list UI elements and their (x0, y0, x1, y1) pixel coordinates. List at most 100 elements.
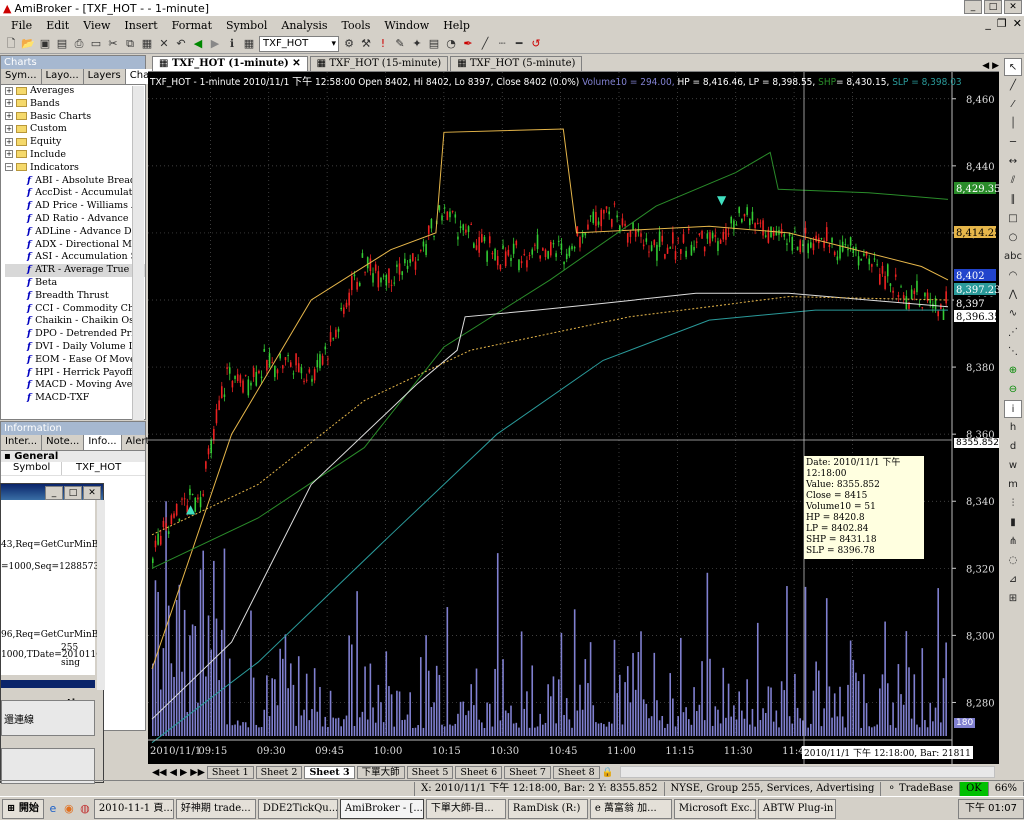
wand-icon[interactable]: ✦ (410, 37, 424, 51)
zoom-in-icon[interactable]: ⊕ (1004, 362, 1022, 380)
back-icon[interactable]: ◀ (191, 37, 205, 51)
forward-icon[interactable]: ▶ (208, 37, 222, 51)
task-button[interactable]: 2010-11-1 頁... (93, 798, 174, 819)
tree-indicator[interactable]: f ADX - Directional Mo (5, 239, 145, 252)
menu-tools[interactable]: Tools (335, 19, 378, 32)
task-button[interactable]: 好神期 trade... (175, 798, 256, 819)
report-icon[interactable]: ▤ (427, 37, 441, 51)
candle-style-icon[interactable]: ▮ (1004, 514, 1022, 532)
tab-layouts[interactable]: Layo... (42, 69, 84, 84)
tree-indicator[interactable]: f ATR - Average True (5, 264, 145, 277)
undo-icon[interactable]: ↶ (174, 37, 188, 51)
tree-indicator[interactable]: f Chaikin - Chaikin Os (5, 315, 145, 328)
menu-window[interactable]: Window (377, 19, 436, 32)
firefox-icon[interactable]: ◉ (62, 802, 76, 816)
tab-interpretation[interactable]: Inter... (1, 435, 43, 450)
tree-folder[interactable]: + Bands (5, 98, 145, 111)
expand-icon[interactable]: + (5, 150, 13, 159)
grid-icon[interactable]: ⊞ (1004, 590, 1022, 608)
menu-insert[interactable]: Insert (117, 19, 164, 32)
zoom-out-icon[interactable]: ⊖ (1004, 381, 1022, 399)
chrome-icon[interactable]: ◍ (78, 802, 92, 816)
settings-icon[interactable]: ⚙ (342, 37, 356, 51)
rectangle-icon[interactable]: □ (1004, 210, 1022, 228)
extended-line-icon[interactable]: ↔ (1004, 153, 1022, 171)
mdi-close-button[interactable]: ✕ (1013, 17, 1022, 30)
charts-scrollbar[interactable] (132, 86, 144, 420)
tool-m-icon[interactable]: m (1004, 476, 1022, 494)
cycle-icon[interactable]: ◌ (1004, 552, 1022, 570)
fan-icon[interactable]: ⋔ (1004, 533, 1022, 551)
tree-indicator[interactable]: f CCI - Commodity Ch (5, 303, 145, 316)
tree-indicator[interactable]: f MACD-TXF (5, 392, 145, 405)
float-maximize-button[interactable]: □ (64, 486, 82, 500)
copy-icon[interactable]: ⧉ (123, 37, 137, 51)
tree-folder[interactable]: + Averages (5, 85, 145, 98)
fib-icon[interactable]: ⋱ (1004, 343, 1022, 361)
ellipse-icon[interactable]: ○ (1004, 229, 1022, 247)
menu-file[interactable]: File (4, 19, 39, 32)
tab-15-minute[interactable]: ▦ TXF_HOT (15-minute) (309, 56, 449, 71)
open-icon[interactable]: 📂 (21, 37, 35, 51)
tree-indicator[interactable]: f AccDist - Accumulatio (5, 187, 145, 200)
tree-indicator[interactable]: f MACD - Moving Ave (5, 379, 145, 392)
tree-indicator[interactable]: f EOM - Ease Of Move (5, 354, 145, 367)
tab-layers[interactable]: Layers (84, 69, 126, 84)
task-button[interactable]: ABTW Plug-in (757, 798, 836, 819)
tree-folder[interactable]: + Custom (5, 123, 145, 136)
price-chart[interactable]: 8,2808,3008,3208,3408,3608,3808,4008,420… (148, 72, 999, 764)
sheet-tab[interactable]: Sheet 1 (206, 765, 254, 779)
float-minimize-button[interactable]: _ (45, 486, 63, 500)
sheet-tab[interactable]: Sheet 5 (406, 765, 454, 779)
task-button[interactable]: 下單大師-目... (425, 798, 506, 819)
tree-indicator[interactable]: f Breadth Thrust (5, 290, 145, 303)
sheet-tab[interactable]: Sheet 8 (552, 765, 600, 779)
calendar-icon[interactable]: ▦ (242, 37, 256, 51)
sheet-tab[interactable]: Sheet 6 (455, 765, 503, 779)
dotted-line-icon[interactable]: ┈ (495, 37, 509, 51)
print-icon[interactable]: ⎙ (72, 37, 86, 51)
horizontal-scrollbar[interactable] (619, 766, 995, 778)
close-button[interactable]: ✕ (1004, 0, 1022, 14)
preview-icon[interactable]: ▭ (89, 37, 103, 51)
menu-symbol[interactable]: Symbol (219, 19, 274, 32)
connect-button[interactable]: 還連線 (1, 700, 95, 736)
menu-help[interactable]: Help (436, 19, 477, 32)
tree-indicator[interactable]: f HPI - Herrick Payoff (5, 367, 145, 380)
tree-indicator[interactable]: f AD Price - Williams A (5, 200, 145, 213)
parallel-icon[interactable]: ∥ (1004, 191, 1022, 209)
delete-icon[interactable]: ✕ (157, 37, 171, 51)
task-button[interactable]: RamDisk (R:) (507, 798, 588, 819)
hook-icon[interactable]: ↺ (529, 37, 543, 51)
ray-icon[interactable]: ⁄ (1004, 96, 1022, 114)
sheet-tab[interactable]: Sheet 2 (255, 765, 303, 779)
tree-indicator[interactable]: f AD Ratio - Advance I (5, 213, 145, 226)
sheet-tab-active[interactable]: Sheet 3 (304, 765, 355, 779)
float-window-titlebar[interactable]: _ □ ✕ (1, 484, 103, 500)
text-icon[interactable]: abc (1004, 248, 1022, 266)
tree-indicator[interactable]: f DVI - Daily Volume I (5, 341, 145, 354)
arc-icon[interactable]: ◠ (1004, 267, 1022, 285)
bar-style-icon[interactable]: ⫶ (1004, 495, 1022, 513)
info-icon[interactable]: ℹ (225, 37, 239, 51)
float-blank-button[interactable] (1, 748, 95, 784)
alert-icon[interactable]: ! (376, 37, 390, 51)
minimize-button[interactable]: _ (964, 0, 982, 14)
expand-icon[interactable]: + (5, 112, 13, 121)
tree-folder[interactable]: + Include (5, 149, 145, 162)
expand-icon[interactable]: − (5, 163, 13, 172)
maximize-button[interactable]: □ (984, 0, 1002, 14)
vertical-line-icon[interactable]: │ (1004, 115, 1022, 133)
symbol-combo[interactable]: TXF_HOT (259, 35, 339, 52)
formula-icon[interactable]: ✎ (393, 37, 407, 51)
trendline-icon[interactable]: ╱ (1004, 77, 1022, 95)
color-pen-icon[interactable]: ✒ (461, 37, 475, 51)
tree-indicator[interactable]: f ASI - Accumulation S (5, 251, 145, 264)
tab-notes[interactable]: Note... (42, 435, 85, 450)
tab-info[interactable]: Info... (84, 435, 122, 450)
pointer-icon[interactable]: ↖ (1004, 58, 1022, 76)
tool-w-icon[interactable]: w (1004, 457, 1022, 475)
channel-icon[interactable]: ⫽ (1004, 172, 1022, 190)
sheet-tab[interactable]: Sheet 7 (504, 765, 551, 779)
gann-icon[interactable]: ⊿ (1004, 571, 1022, 589)
